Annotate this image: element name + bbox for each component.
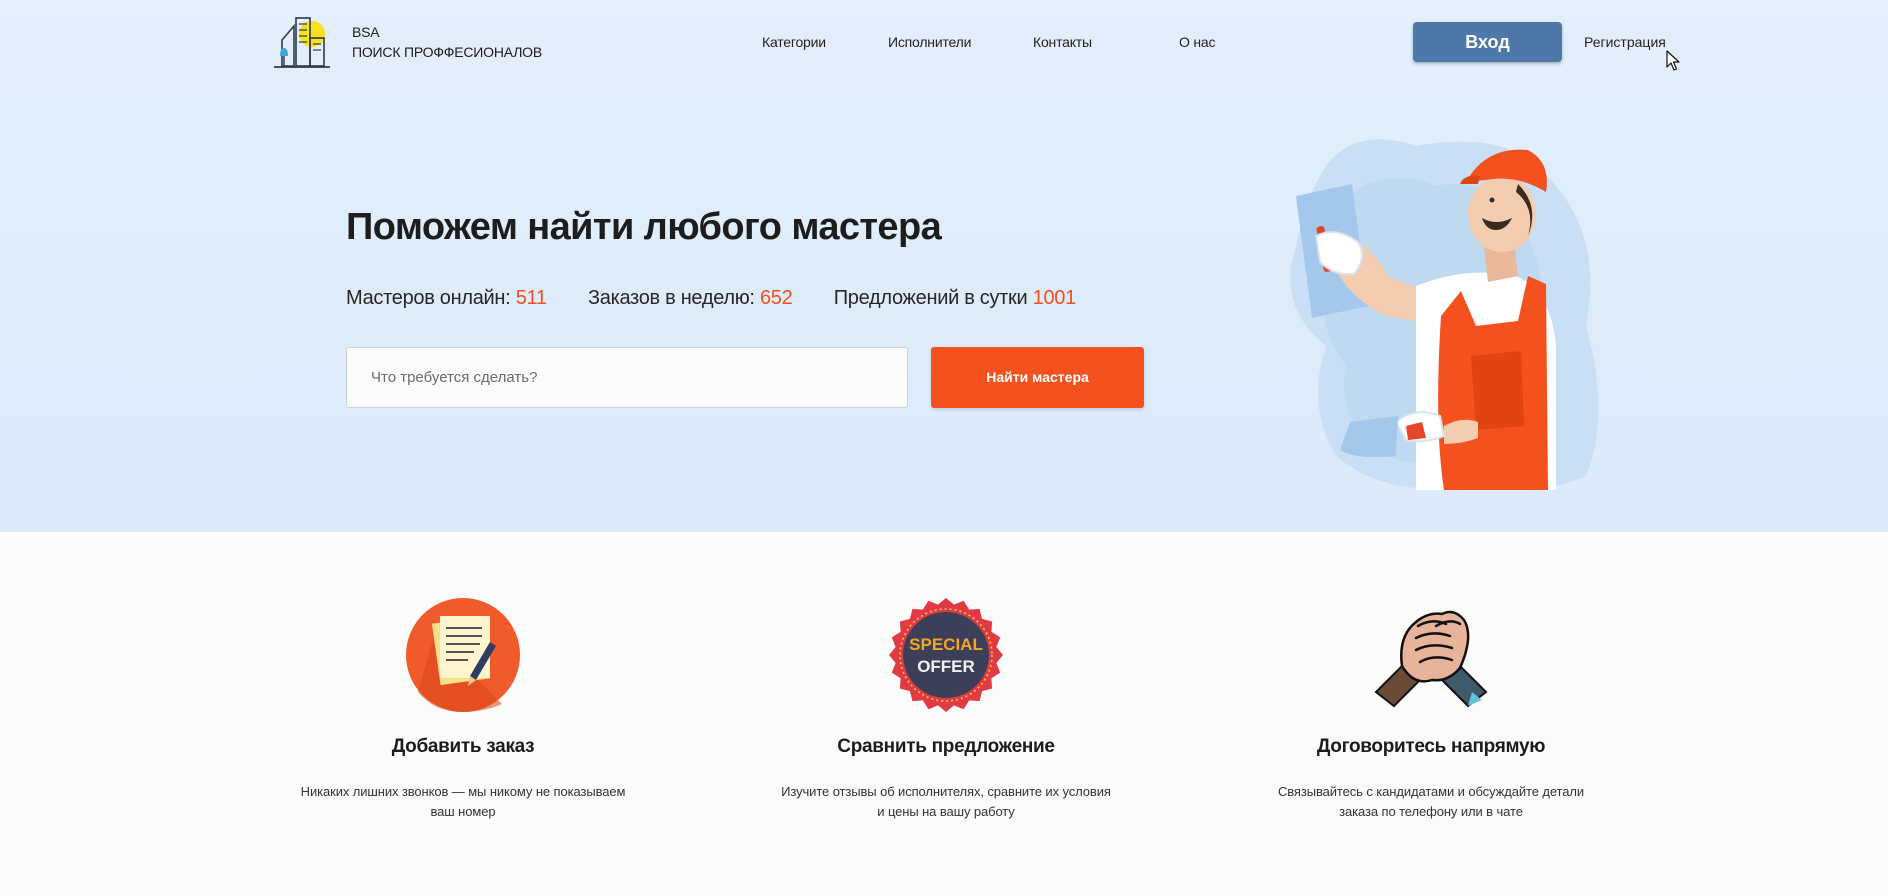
feature-text: Изучите отзывы об исполнителях, сравните… bbox=[781, 784, 1111, 819]
nav-categories[interactable]: Категории bbox=[762, 34, 826, 50]
stat-label: Мастеров онлайн: bbox=[346, 287, 511, 309]
features-section: Добавить заказ Никаких лишних звонков — … bbox=[0, 532, 1888, 896]
feature-agree-directly: Договоритесь напрямую Связывайтесь с кан… bbox=[1251, 532, 1611, 822]
search-input[interactable] bbox=[346, 347, 908, 408]
stat-value: 511 bbox=[515, 287, 547, 309]
badge-text-line2: OFFER bbox=[917, 657, 975, 676]
feature-title: Добавить заказ bbox=[391, 736, 535, 757]
brand-line-2: ПОИСК ПРОФФЕСИОНАЛОВ bbox=[352, 44, 543, 60]
stat-label: Заказов в неделю: bbox=[587, 287, 755, 309]
stat-masters-online: Мастеров онлайн: 511 bbox=[346, 287, 547, 310]
hero-title: Поможем найти любого мастера bbox=[346, 206, 942, 248]
handshake-icon bbox=[1374, 610, 1488, 708]
nav-performers[interactable]: Исполнители bbox=[888, 34, 971, 50]
site-header: BSA ПОИСК ПРОФФЕСИОНАЛОВ Категории Испол… bbox=[0, 0, 1888, 86]
feature-add-order: Добавить заказ Никаких лишних звонков — … bbox=[283, 532, 643, 822]
stat-orders-weekly: Заказов в неделю: 652 bbox=[587, 287, 793, 310]
nav-about[interactable]: О нас bbox=[1179, 34, 1216, 50]
feature-title: Договоритесь напрямую bbox=[1316, 736, 1546, 757]
register-link[interactable]: Регистрация bbox=[1584, 34, 1666, 50]
feature-text: Никаких лишних звонков — мы никому не по… bbox=[300, 784, 626, 819]
stat-value: 652 bbox=[759, 287, 793, 309]
stat-label: Предложений в сутки bbox=[833, 287, 1028, 309]
city-logo-icon[interactable] bbox=[272, 12, 332, 74]
stats-row: Мастеров онлайн: 511 Заказов в неделю: 6… bbox=[346, 287, 1112, 310]
special-offer-badge-icon: SPECIAL OFFER bbox=[889, 598, 1003, 712]
nav-contacts[interactable]: Контакты bbox=[1033, 34, 1092, 50]
feature-compare-offer: SPECIAL OFFER Сравнить предложение Изучи… bbox=[766, 532, 1126, 822]
login-button[interactable]: Вход bbox=[1413, 22, 1562, 62]
find-master-button[interactable]: Найти мастера bbox=[931, 347, 1144, 408]
stat-offers-daily: Предложений в сутки 1001 bbox=[833, 287, 1077, 310]
badge-text-line1: SPECIAL bbox=[909, 635, 983, 654]
feature-text: Связывайтесь с кандидатами и обсуждайте … bbox=[1277, 784, 1585, 819]
brand-name[interactable]: BSA ПОИСК ПРОФФЕСИОНАЛОВ bbox=[352, 22, 542, 62]
worker-illustration bbox=[1290, 139, 1599, 490]
feature-title: Сравнить предложение bbox=[837, 736, 1055, 757]
stat-value: 1001 bbox=[1032, 287, 1077, 309]
hero-section: BSA ПОИСК ПРОФФЕСИОНАЛОВ Категории Испол… bbox=[0, 0, 1888, 532]
mouse-cursor-icon bbox=[1666, 50, 1680, 71]
brand-line-1: BSA bbox=[352, 24, 380, 40]
document-pen-icon bbox=[406, 598, 520, 712]
